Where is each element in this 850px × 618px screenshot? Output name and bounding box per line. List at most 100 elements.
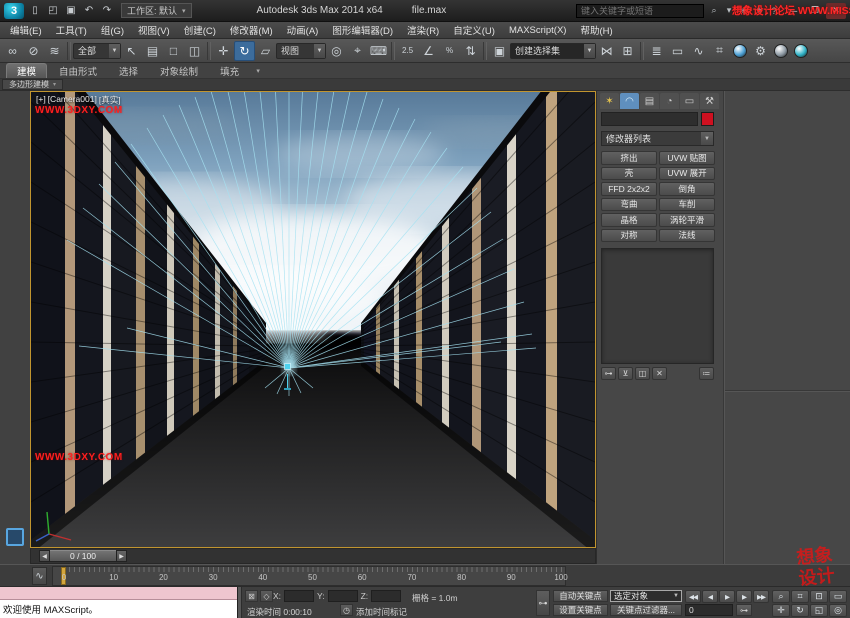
menu-item-2[interactable]: 工具(T) (49, 22, 94, 38)
mini-curve-editor-button[interactable]: ∿ (32, 567, 47, 585)
keyboard-shortcut-override-icon[interactable]: ⌨ (368, 41, 389, 61)
ribbon-overflow-icon[interactable]: ▾ (251, 64, 265, 78)
select-and-scale-icon[interactable]: ▱ (255, 41, 276, 61)
make-unique-icon[interactable]: ◫ (635, 367, 650, 380)
selection-lock-toggle[interactable]: ⊠ (245, 590, 258, 602)
align-icon[interactable]: ⊞ (617, 41, 638, 61)
time-slider-handle[interactable]: 0 / 100 (50, 550, 116, 562)
modifier-button-11[interactable]: 对称 (601, 229, 657, 243)
manage-layers-icon[interactable]: ≣ (646, 41, 667, 61)
undo-icon[interactable]: ↶ (81, 3, 97, 19)
open-file-icon[interactable]: ◰ (45, 3, 61, 19)
window-crossing-icon[interactable]: ◫ (184, 41, 205, 61)
modifier-button-1[interactable]: 挤出 (601, 151, 657, 165)
listener-splitter[interactable] (238, 587, 242, 618)
modifier-button-7[interactable]: 弯曲 (601, 198, 657, 212)
orbit-icon[interactable]: ↻ (791, 604, 809, 617)
maximize-viewport-icon[interactable]: ◱ (810, 604, 828, 617)
display-tab[interactable]: ▭ (680, 93, 699, 109)
select-object-icon[interactable]: ↖ (121, 41, 142, 61)
modifier-button-10[interactable]: 涡轮平滑 (659, 213, 715, 227)
object-name-field[interactable] (601, 112, 698, 126)
time-slider-prev-arrow[interactable]: ◀ (39, 550, 50, 562)
modifier-button-8[interactable]: 车削 (659, 198, 715, 212)
pan-icon[interactable]: ✛ (772, 604, 790, 617)
selection-filter-dropdown[interactable]: 全部 (73, 43, 121, 59)
auto-key-button[interactable]: 自动关键点 (553, 590, 608, 602)
motion-tab[interactable]: ◔ (660, 93, 679, 109)
schematic-view-icon[interactable]: ⌗ (709, 41, 730, 61)
modifier-button-12[interactable]: 法线 (659, 229, 715, 243)
modifier-stack-list[interactable] (601, 248, 714, 364)
menu-item-1[interactable]: 编辑(E) (3, 22, 49, 38)
macro-recorder-pane[interactable] (0, 587, 237, 600)
go-to-start-button[interactable]: ◀◀ (685, 590, 701, 603)
absolute-offset-toggle[interactable]: ◇ (260, 590, 273, 602)
ribbon-tab-3[interactable]: 选择 (109, 63, 148, 78)
current-frame-field[interactable]: 0 (685, 604, 733, 616)
zoom-region-icon[interactable]: ▭ (829, 590, 847, 603)
time-slider[interactable]: ◀ 0 / 100 ▶ (30, 548, 596, 564)
rendered-frame-window-icon[interactable] (774, 44, 788, 58)
key-filters-button[interactable]: 关键点过滤器... (610, 604, 682, 616)
unlink-selection-icon[interactable]: ⊘ (23, 41, 44, 61)
zoom-extents-icon[interactable]: ⊡ (810, 590, 828, 603)
modifier-button-6[interactable]: 倒角 (659, 182, 715, 196)
search-icon[interactable]: ⌕ (707, 3, 721, 18)
create-tab[interactable]: ✶ (600, 93, 619, 109)
select-and-rotate-icon[interactable]: ↻ (234, 41, 255, 61)
new-scene-icon[interactable]: ▯ (27, 3, 43, 19)
select-and-link-icon[interactable]: ∞ (2, 41, 23, 61)
infocenter-search[interactable] (576, 4, 704, 18)
percent-snap-icon[interactable]: % (439, 41, 460, 61)
angle-snap-icon[interactable]: ∠ (418, 41, 439, 61)
render-setup-icon[interactable]: ⚙ (750, 41, 771, 61)
ribbon-tab-2[interactable]: 自由形式 (49, 63, 107, 78)
3ds-max-logo[interactable]: 3 (4, 3, 24, 19)
utilities-tab[interactable]: ⚒ (700, 93, 719, 109)
previous-frame-button[interactable]: ◀ (702, 590, 718, 603)
modifier-button-3[interactable]: 壳 (601, 167, 657, 181)
menu-item-8[interactable]: 图形编辑器(D) (325, 22, 400, 38)
ribbon-tab-5[interactable]: 填充 (210, 63, 249, 78)
track-bar-ruler[interactable]: 0102030405060708090100 (52, 566, 566, 586)
coordinate-y-field[interactable] (328, 590, 358, 602)
named-selection-sets-dropdown[interactable]: 创建选择集 (510, 43, 596, 59)
ribbon-tab-4[interactable]: 对象绘制 (150, 63, 208, 78)
modifier-button-2[interactable]: UVW 贴图 (659, 151, 715, 165)
polygon-modeling-tab[interactable]: 多边形建模 (2, 79, 63, 90)
viewport-scene[interactable] (31, 92, 595, 547)
use-pivot-point-center-icon[interactable]: ◎ (326, 41, 347, 61)
modifier-button-5[interactable]: FFD 2x2x2 (601, 182, 657, 196)
save-file-icon[interactable]: ▣ (63, 3, 79, 19)
modifier-list-dropdown[interactable]: 修改器列表 (601, 131, 714, 146)
menu-item-7[interactable]: 动画(A) (280, 22, 326, 38)
hierarchy-tab[interactable]: ▤ (640, 93, 659, 109)
select-by-name-icon[interactable]: ▤ (142, 41, 163, 61)
object-color-swatch[interactable] (701, 112, 714, 126)
edit-named-selection-sets-icon[interactable]: ▣ (489, 41, 510, 61)
curve-editor-icon[interactable]: ∿ (688, 41, 709, 61)
coordinate-x-field[interactable] (284, 590, 314, 602)
pin-stack-icon[interactable]: ⊶ (601, 367, 616, 380)
menu-item-4[interactable]: 视图(V) (131, 22, 177, 38)
time-slider-next-arrow[interactable]: ▶ (116, 550, 127, 562)
select-and-move-icon[interactable]: ✛ (213, 41, 234, 61)
workspace-dropdown[interactable]: 工作区: 默认 (121, 3, 192, 18)
key-mode-toggle[interactable]: ⊶ (736, 604, 752, 616)
spinner-snap-icon[interactable]: ⇅ (460, 41, 481, 61)
snap-toggle-icon[interactable]: 2.5 (397, 41, 418, 61)
menu-item-5[interactable]: 创建(C) (177, 22, 223, 38)
menu-item-3[interactable]: 组(G) (94, 22, 131, 38)
coordinate-z-field[interactable] (371, 590, 401, 602)
menu-item-10[interactable]: 自定义(U) (446, 22, 502, 38)
zoom-all-icon[interactable]: ⌗ (791, 590, 809, 603)
play-button[interactable]: ▶ (719, 590, 735, 603)
time-tag-clock-icon[interactable]: ◷ (340, 604, 353, 616)
modifier-button-9[interactable]: 晶格 (601, 213, 657, 227)
modifier-button-4[interactable]: UVW 展开 (659, 167, 715, 181)
zoom-icon[interactable]: ⌕ (772, 590, 790, 603)
menu-item-6[interactable]: 修改器(M) (223, 22, 280, 38)
infocenter-search-input[interactable] (577, 6, 703, 16)
go-to-end-button[interactable]: ▶▶ (753, 590, 769, 603)
